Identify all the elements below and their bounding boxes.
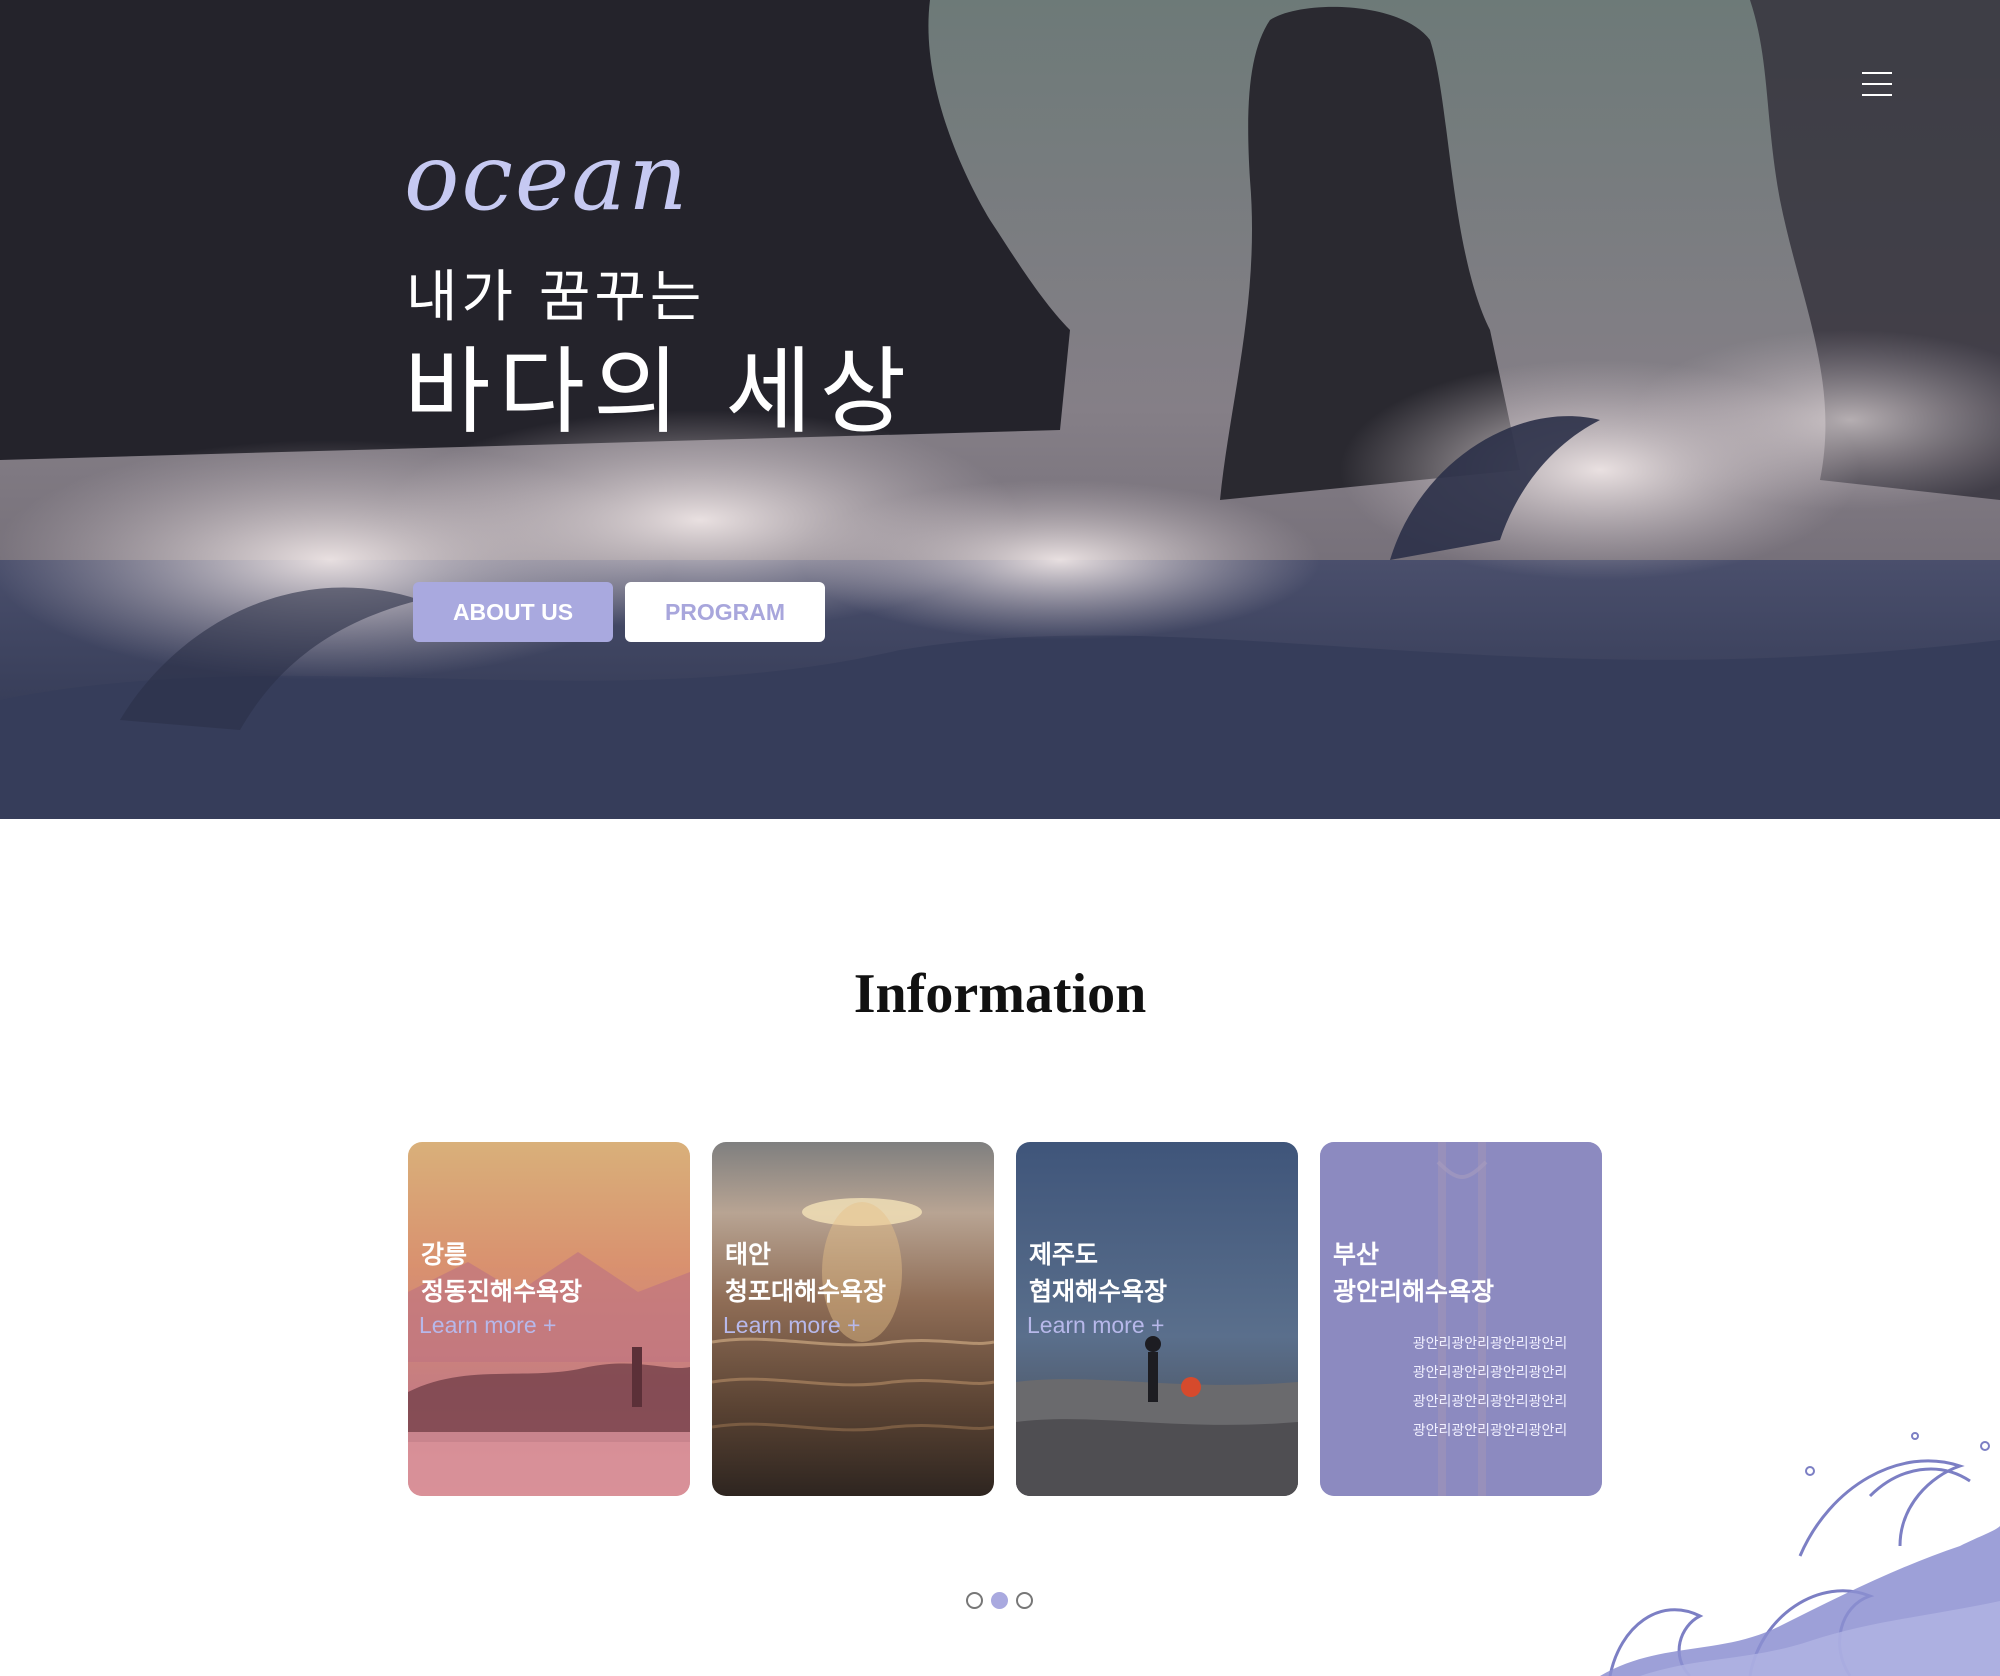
info-card-jeju[interactable]: 제주도 협재해수욕장 Learn more + (1016, 1142, 1298, 1496)
carousel-pagination (966, 1592, 1033, 1609)
card-title: 태안 청포대해수욕장 (725, 1240, 887, 1306)
decorative-wave-illustration (1600, 1432, 2000, 1676)
hero-background-image (0, 0, 2000, 819)
card-description: 광안리광안리광안리광안리 광안리광안리광안리광안리 광안리광안리광안리광안리 광… (1412, 1336, 1568, 1439)
information-heading: Information (853, 963, 1147, 1025)
hero-section: ocean 내가 꿈꾸는 바다의 세상 ABOUT US PROGRAM (0, 0, 2000, 819)
learn-more-link[interactable]: Learn more + (419, 1312, 556, 1339)
learn-more-link[interactable]: Learn more + (1027, 1312, 1164, 1339)
learn-more-link[interactable]: Learn more + (723, 1312, 860, 1339)
info-card-taean[interactable]: 태안 청포대해수욕장 Learn more + (712, 1142, 994, 1496)
card-title: 부산 광안리해수욕장 (1333, 1240, 1495, 1306)
about-us-button[interactable]: ABOUT US (413, 582, 613, 642)
card-title: 제주도 협재해수욕장 (1029, 1240, 1168, 1306)
info-card-gangneung[interactable]: 강릉 정동진해수욕장 Learn more + (408, 1142, 690, 1496)
pagination-dot-active[interactable] (991, 1592, 1008, 1609)
hamburger-menu-icon[interactable] (1862, 72, 1892, 98)
pagination-dot[interactable] (1016, 1592, 1033, 1609)
info-card-busan[interactable]: 부산 광안리해수욕장 광안리광안리광안리광안리 광안리광안리광안리광안리 광안리… (1320, 1142, 1602, 1496)
program-button[interactable]: PROGRAM (625, 582, 825, 642)
hero-tagline-big: 바다의 세상 (404, 338, 915, 447)
card-title: 강릉 정동진해수욕장 (421, 1240, 583, 1306)
site-logo[interactable]: ocean (404, 124, 689, 231)
pagination-dot[interactable] (966, 1592, 983, 1609)
